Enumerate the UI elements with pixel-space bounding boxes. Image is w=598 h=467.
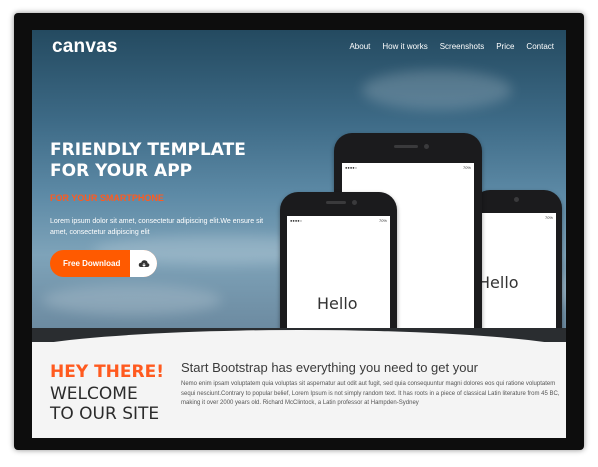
battery-indicator: 70% [544,215,553,220]
hello-text: Hello [317,294,358,313]
hero-title: FRIENDLY TEMPLATE FOR YOUR APP [50,140,246,181]
site-logo[interactable]: canvas [52,36,118,58]
hero-section: canvas About How it works Screenshots Pr… [32,30,566,330]
free-download-button[interactable]: Free Download [50,250,157,277]
phone-mockup-right: 70% Hello [472,190,562,330]
phone-screen: ●●●●○ 70% Hello [287,216,390,330]
battery-indicator: 70% [378,218,387,223]
hero-description: Lorem ipsum dolor sit amet, consectetur … [50,218,264,236]
nav-item-price[interactable]: Price [496,42,514,51]
hello-text: Hello [478,273,519,292]
phone-screen: 70% Hello [478,213,556,330]
website-screen: canvas About How it works Screenshots Pr… [32,30,566,438]
nav-item-screenshots[interactable]: Screenshots [440,42,484,51]
speaker-grille [394,145,418,148]
signal-indicator: ●●●●○ [290,218,303,223]
section-heading: Start Bootstrap has everything you need … [181,360,479,375]
nav-item-about[interactable]: About [349,42,370,51]
hey-there-heading: HEY THERE! [50,362,164,382]
main-nav: About How it works Screenshots Price Con… [349,42,554,51]
camera-icon [424,144,429,149]
camera-icon [352,200,357,205]
cloud [42,285,222,315]
nav-item-how-it-works[interactable]: How it works [382,42,427,51]
cloud-download-icon [130,250,157,277]
camera-icon [514,197,519,202]
signal-indicator: ●●●●○ [345,165,358,170]
section-body: Nemo enim ipsam voluptatem quia voluptas… [181,381,560,406]
welcome-heading: WELCOME TO OUR SITE [50,384,160,424]
hero-subtitle: FOR YOUR SMARTPHONE [50,193,164,203]
free-download-label: Free Download [63,259,121,268]
cloud [362,70,512,110]
speaker-grille [326,201,346,204]
phone-mockup-left: ●●●●○ 70% Hello [280,192,397,330]
battery-indicator: 70% [462,165,471,170]
nav-item-contact[interactable]: Contact [526,42,554,51]
